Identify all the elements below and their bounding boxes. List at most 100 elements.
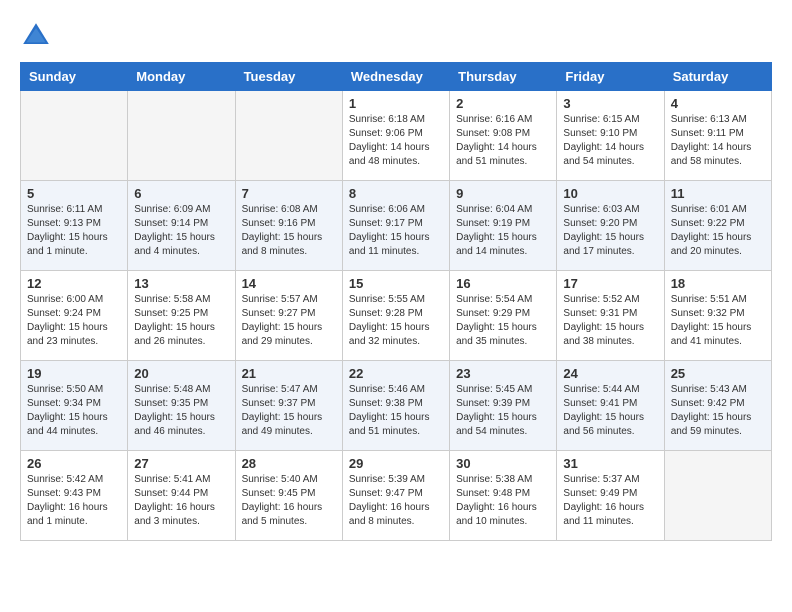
day-number: 1 <box>349 96 443 111</box>
day-info: Sunrise: 5:44 AM Sunset: 9:41 PM Dayligh… <box>563 383 657 439</box>
calendar-cell: 13 Sunrise: 5:58 AM Sunset: 9:25 PM Dayli… <box>128 271 235 361</box>
day-info: Sunrise: 5:46 AM Sunset: 9:38 PM Dayligh… <box>349 383 443 439</box>
day-info: Sunrise: 6:09 AM Sunset: 9:14 PM Dayligh… <box>134 203 228 259</box>
week-row-3: 12 Sunrise: 6:00 AM Sunset: 9:24 PM Dayli… <box>21 271 772 361</box>
col-header-wednesday: Wednesday <box>342 63 449 91</box>
calendar-cell: 21 Sunrise: 5:47 AM Sunset: 9:37 PM Dayli… <box>235 361 342 451</box>
col-header-thursday: Thursday <box>450 63 557 91</box>
calendar-cell: 27 Sunrise: 5:41 AM Sunset: 9:44 PM Dayli… <box>128 451 235 541</box>
day-number: 11 <box>671 186 765 201</box>
day-number: 27 <box>134 456 228 471</box>
calendar-cell: 23 Sunrise: 5:45 AM Sunset: 9:39 PM Dayli… <box>450 361 557 451</box>
calendar-cell: 30 Sunrise: 5:38 AM Sunset: 9:48 PM Dayli… <box>450 451 557 541</box>
day-info: Sunrise: 6:11 AM Sunset: 9:13 PM Dayligh… <box>27 203 121 259</box>
day-info: Sunrise: 5:38 AM Sunset: 9:48 PM Dayligh… <box>456 473 550 529</box>
calendar-cell: 11 Sunrise: 6:01 AM Sunset: 9:22 PM Dayli… <box>664 181 771 271</box>
day-number: 6 <box>134 186 228 201</box>
day-number: 15 <box>349 276 443 291</box>
day-number: 3 <box>563 96 657 111</box>
page-header <box>20 20 772 52</box>
calendar-cell: 9 Sunrise: 6:04 AM Sunset: 9:19 PM Daylig… <box>450 181 557 271</box>
week-row-5: 26 Sunrise: 5:42 AM Sunset: 9:43 PM Dayli… <box>21 451 772 541</box>
day-info: Sunrise: 6:06 AM Sunset: 9:17 PM Dayligh… <box>349 203 443 259</box>
day-number: 21 <box>242 366 336 381</box>
day-info: Sunrise: 5:54 AM Sunset: 9:29 PM Dayligh… <box>456 293 550 349</box>
day-info: Sunrise: 5:50 AM Sunset: 9:34 PM Dayligh… <box>27 383 121 439</box>
logo <box>20 20 56 52</box>
calendar-cell <box>21 91 128 181</box>
day-info: Sunrise: 5:47 AM Sunset: 9:37 PM Dayligh… <box>242 383 336 439</box>
calendar-cell: 16 Sunrise: 5:54 AM Sunset: 9:29 PM Dayli… <box>450 271 557 361</box>
col-header-saturday: Saturday <box>664 63 771 91</box>
calendar-cell: 6 Sunrise: 6:09 AM Sunset: 9:14 PM Daylig… <box>128 181 235 271</box>
day-number: 24 <box>563 366 657 381</box>
day-info: Sunrise: 5:48 AM Sunset: 9:35 PM Dayligh… <box>134 383 228 439</box>
day-number: 23 <box>456 366 550 381</box>
day-info: Sunrise: 5:43 AM Sunset: 9:42 PM Dayligh… <box>671 383 765 439</box>
calendar-cell: 19 Sunrise: 5:50 AM Sunset: 9:34 PM Dayli… <box>21 361 128 451</box>
day-number: 14 <box>242 276 336 291</box>
col-header-friday: Friday <box>557 63 664 91</box>
calendar-cell: 1 Sunrise: 6:18 AM Sunset: 9:06 PM Daylig… <box>342 91 449 181</box>
day-info: Sunrise: 6:13 AM Sunset: 9:11 PM Dayligh… <box>671 113 765 169</box>
calendar-cell: 3 Sunrise: 6:15 AM Sunset: 9:10 PM Daylig… <box>557 91 664 181</box>
day-info: Sunrise: 6:01 AM Sunset: 9:22 PM Dayligh… <box>671 203 765 259</box>
week-row-2: 5 Sunrise: 6:11 AM Sunset: 9:13 PM Daylig… <box>21 181 772 271</box>
calendar-cell <box>664 451 771 541</box>
day-number: 28 <box>242 456 336 471</box>
day-info: Sunrise: 6:03 AM Sunset: 9:20 PM Dayligh… <box>563 203 657 259</box>
calendar-cell: 7 Sunrise: 6:08 AM Sunset: 9:16 PM Daylig… <box>235 181 342 271</box>
day-number: 26 <box>27 456 121 471</box>
day-info: Sunrise: 5:52 AM Sunset: 9:31 PM Dayligh… <box>563 293 657 349</box>
calendar-cell: 26 Sunrise: 5:42 AM Sunset: 9:43 PM Dayli… <box>21 451 128 541</box>
day-number: 19 <box>27 366 121 381</box>
day-info: Sunrise: 5:41 AM Sunset: 9:44 PM Dayligh… <box>134 473 228 529</box>
calendar-cell: 25 Sunrise: 5:43 AM Sunset: 9:42 PM Dayli… <box>664 361 771 451</box>
week-row-4: 19 Sunrise: 5:50 AM Sunset: 9:34 PM Dayli… <box>21 361 772 451</box>
day-info: Sunrise: 5:40 AM Sunset: 9:45 PM Dayligh… <box>242 473 336 529</box>
calendar-cell: 8 Sunrise: 6:06 AM Sunset: 9:17 PM Daylig… <box>342 181 449 271</box>
day-info: Sunrise: 5:45 AM Sunset: 9:39 PM Dayligh… <box>456 383 550 439</box>
calendar-cell: 4 Sunrise: 6:13 AM Sunset: 9:11 PM Daylig… <box>664 91 771 181</box>
calendar-cell: 17 Sunrise: 5:52 AM Sunset: 9:31 PM Dayli… <box>557 271 664 361</box>
day-number: 16 <box>456 276 550 291</box>
day-number: 31 <box>563 456 657 471</box>
calendar-cell: 31 Sunrise: 5:37 AM Sunset: 9:49 PM Dayli… <box>557 451 664 541</box>
day-info: Sunrise: 5:37 AM Sunset: 9:49 PM Dayligh… <box>563 473 657 529</box>
calendar-cell: 18 Sunrise: 5:51 AM Sunset: 9:32 PM Dayli… <box>664 271 771 361</box>
day-number: 30 <box>456 456 550 471</box>
calendar-cell <box>235 91 342 181</box>
day-info: Sunrise: 6:04 AM Sunset: 9:19 PM Dayligh… <box>456 203 550 259</box>
day-info: Sunrise: 6:08 AM Sunset: 9:16 PM Dayligh… <box>242 203 336 259</box>
day-number: 20 <box>134 366 228 381</box>
calendar-cell: 12 Sunrise: 6:00 AM Sunset: 9:24 PM Dayli… <box>21 271 128 361</box>
day-number: 4 <box>671 96 765 111</box>
day-number: 25 <box>671 366 765 381</box>
calendar-cell <box>128 91 235 181</box>
day-info: Sunrise: 5:42 AM Sunset: 9:43 PM Dayligh… <box>27 473 121 529</box>
day-info: Sunrise: 6:15 AM Sunset: 9:10 PM Dayligh… <box>563 113 657 169</box>
day-number: 8 <box>349 186 443 201</box>
calendar-cell: 20 Sunrise: 5:48 AM Sunset: 9:35 PM Dayli… <box>128 361 235 451</box>
day-info: Sunrise: 6:00 AM Sunset: 9:24 PM Dayligh… <box>27 293 121 349</box>
day-number: 17 <box>563 276 657 291</box>
calendar-cell: 5 Sunrise: 6:11 AM Sunset: 9:13 PM Daylig… <box>21 181 128 271</box>
day-number: 18 <box>671 276 765 291</box>
day-info: Sunrise: 5:51 AM Sunset: 9:32 PM Dayligh… <box>671 293 765 349</box>
logo-icon <box>20 20 52 52</box>
day-number: 10 <box>563 186 657 201</box>
calendar-cell: 24 Sunrise: 5:44 AM Sunset: 9:41 PM Dayli… <box>557 361 664 451</box>
day-number: 7 <box>242 186 336 201</box>
day-number: 22 <box>349 366 443 381</box>
col-header-monday: Monday <box>128 63 235 91</box>
day-info: Sunrise: 5:58 AM Sunset: 9:25 PM Dayligh… <box>134 293 228 349</box>
day-number: 12 <box>27 276 121 291</box>
day-info: Sunrise: 6:18 AM Sunset: 9:06 PM Dayligh… <box>349 113 443 169</box>
day-number: 13 <box>134 276 228 291</box>
day-info: Sunrise: 5:39 AM Sunset: 9:47 PM Dayligh… <box>349 473 443 529</box>
calendar-cell: 15Sunrise: 5:55 AM Sunset: 9:28 PM Dayli… <box>342 271 449 361</box>
header-row: SundayMondayTuesdayWednesdayThursdayFrid… <box>21 63 772 91</box>
day-number: 9 <box>456 186 550 201</box>
day-number: 5 <box>27 186 121 201</box>
week-row-1: 1 Sunrise: 6:18 AM Sunset: 9:06 PM Daylig… <box>21 91 772 181</box>
